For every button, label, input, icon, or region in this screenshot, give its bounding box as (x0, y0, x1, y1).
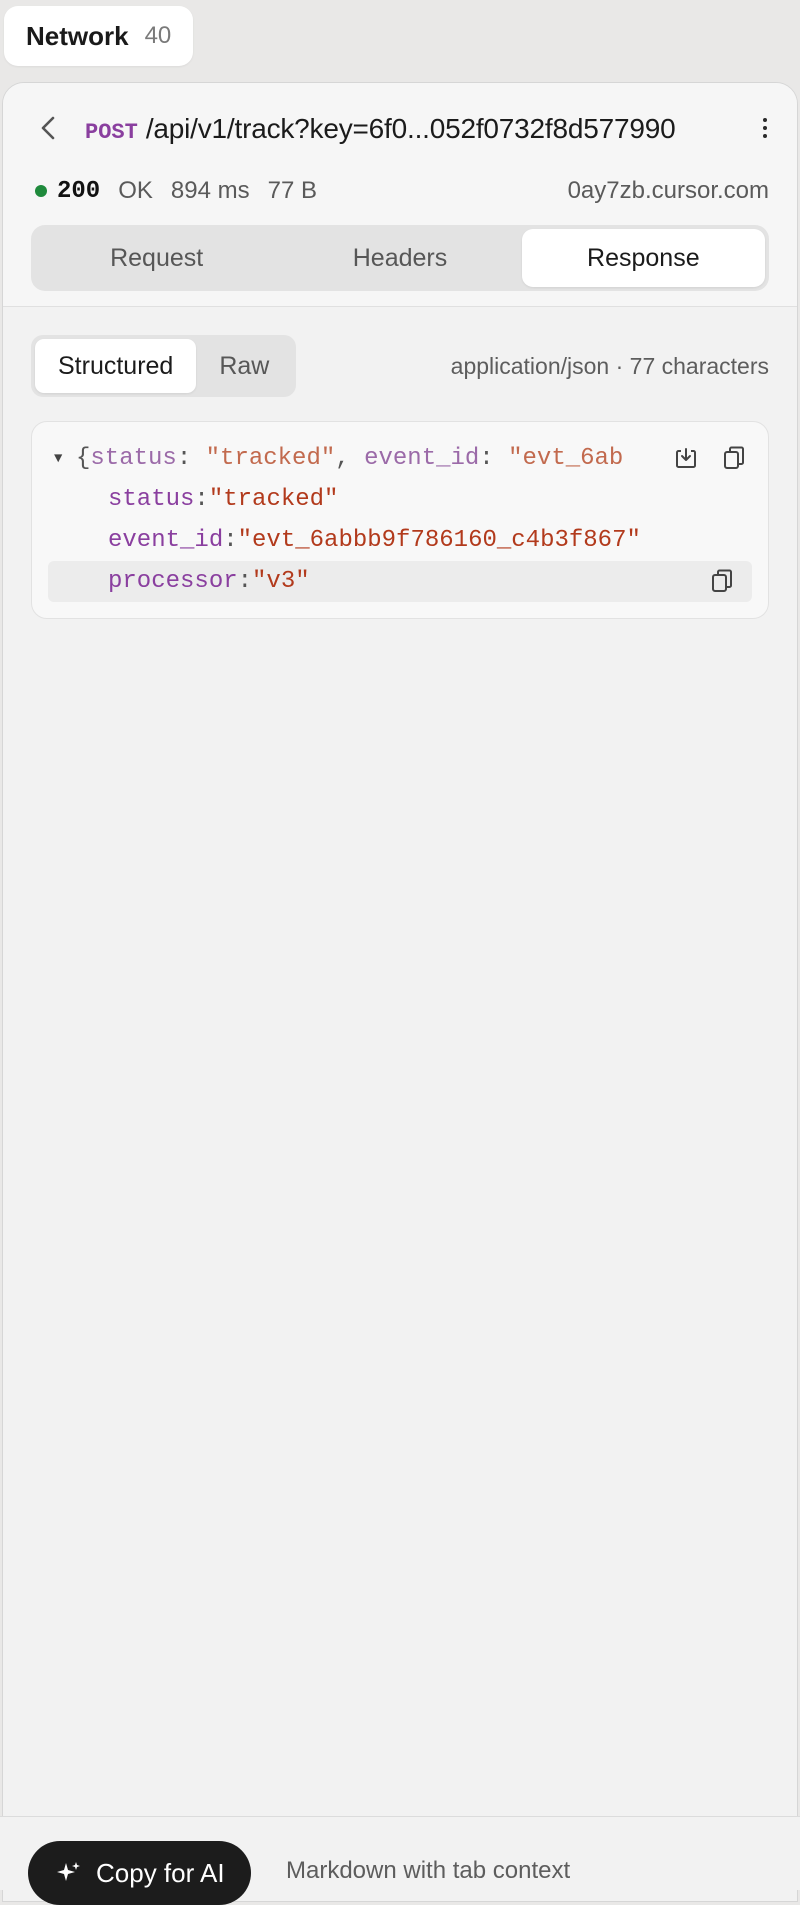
json-key: event_id (108, 527, 224, 554)
view-toggle: Structured Raw (31, 335, 297, 397)
collapse-caret-icon[interactable]: ▼ (54, 451, 76, 467)
json-root-summary[interactable]: ▼ {status: "tracked", event_id: "evt_6ab (32, 438, 768, 479)
network-tab[interactable]: Network 40 (4, 6, 194, 66)
download-icon (676, 448, 696, 468)
chevron-left-icon (41, 116, 55, 140)
response-body: Structured Raw application/json · 77 cha… (3, 307, 797, 619)
json-value: "v3" (252, 568, 310, 595)
json-value: "tracked" (208, 486, 339, 513)
copy-row-button[interactable] (706, 565, 738, 597)
footer-bar: Copy for AI Markdown with tab context (0, 1816, 800, 1905)
network-tab-title: Network (26, 20, 129, 51)
copy-icon (724, 446, 744, 469)
more-options-button[interactable] (755, 113, 775, 143)
request-line: POST /api/v1/track?key=6f0...052f0732f8d… (85, 113, 676, 145)
tab-headers[interactable]: Headers (278, 229, 521, 287)
request-method: POST (85, 120, 138, 145)
request-detail-panel: POST /api/v1/track?key=6f0...052f0732f8d… (2, 82, 798, 1902)
footer-note: Markdown with tab context (286, 1857, 571, 1884)
json-tree: ▼ {status: "tracked", event_id: "evt_6ab… (31, 421, 769, 619)
json-key: status (108, 486, 195, 513)
copy-for-ai-button[interactable]: Copy for AI (28, 1841, 251, 1905)
status-text: OK (118, 177, 153, 204)
response-time: 894 ms (170, 177, 250, 204)
status-dot-icon (35, 185, 47, 197)
status-code: 200 (57, 177, 101, 205)
network-tab-count: 40 (144, 22, 172, 49)
more-vertical-icon (763, 118, 767, 122)
back-button[interactable] (33, 113, 63, 143)
json-key: processor (108, 568, 238, 595)
summary-actions (652, 442, 750, 474)
copy-for-ai-label: Copy for AI (96, 1857, 225, 1888)
request-url: /api/v1/track?key=6f0...052f0732f8d57799… (145, 113, 676, 144)
json-row-processor[interactable]: processor: "v3" (48, 561, 752, 602)
tab-request[interactable]: Request (35, 229, 278, 287)
raw-view-button[interactable]: Raw (196, 339, 292, 393)
json-value: "evt_6abbb9f786160_c4b3f867" (237, 527, 641, 554)
view-row: Structured Raw application/json · 77 cha… (31, 335, 769, 397)
save-json-button[interactable] (670, 442, 702, 474)
structured-view-button[interactable]: Structured (35, 339, 197, 393)
content-meta: application/json · 77 characters (450, 352, 769, 379)
response-size: 77 B (267, 177, 317, 204)
request-header: POST /api/v1/track?key=6f0...052f0732f8d… (3, 83, 797, 307)
request-host: 0ay7zb.cursor.com (567, 177, 769, 204)
json-row-status[interactable]: status: "tracked" (32, 479, 768, 520)
copy-icon (712, 569, 732, 592)
sparkle-icon (57, 1862, 80, 1881)
status-line: 200 OK 894 ms 77 B 0ay7zb.cursor.com (35, 177, 769, 205)
json-summary-text: {status: "tracked", event_id: "evt_6ab (76, 445, 624, 472)
tab-response[interactable]: Response (521, 229, 765, 287)
section-tabs: Request Headers Response (31, 225, 769, 291)
json-row-event-id[interactable]: event_id: "evt_6abbb9f786160_c4b3f867" (32, 520, 768, 561)
copy-json-button[interactable] (718, 442, 750, 474)
